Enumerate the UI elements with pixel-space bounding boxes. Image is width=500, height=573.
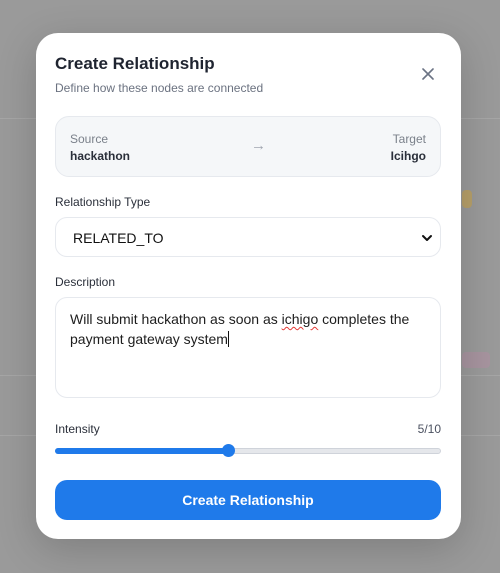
intensity-value: 5/10 <box>417 422 441 436</box>
create-relationship-button[interactable]: Create Relationship <box>55 480 441 520</box>
source-label: Source <box>70 132 109 146</box>
chevron-down-icon <box>422 235 432 241</box>
backdrop-chip <box>462 190 472 208</box>
dialog-subtitle: Define how these nodes are connected <box>55 81 264 95</box>
relationship-type-select[interactable]: RELATED_TO <box>55 217 441 257</box>
dialog-title: Create Relationship <box>55 54 215 73</box>
description-text-part: Will submit hackathon as soon as <box>70 311 282 327</box>
description-textarea[interactable]: Will submit hackathon as soon as ichigo … <box>55 297 441 398</box>
connection-summary: Source hackathon → Target Icihgo <box>55 116 441 177</box>
text-cursor <box>227 331 229 347</box>
description-text: Will submit hackathon as soon as ichigo … <box>70 309 420 349</box>
intensity-slider-thumb[interactable] <box>221 444 235 457</box>
close-icon <box>422 68 434 80</box>
close-button[interactable] <box>417 63 439 85</box>
intensity-slider-fill <box>55 448 229 454</box>
intensity-slider[interactable] <box>55 444 441 457</box>
target-label: Target <box>392 132 426 146</box>
intensity-label: Intensity <box>55 422 100 436</box>
arrow-right-icon: → <box>251 137 266 154</box>
relationship-type-value: RELATED_TO <box>73 230 164 246</box>
source-node-name: hackathon <box>70 149 131 163</box>
misspelled-word: ichigo <box>281 311 319 327</box>
relationship-type-label: Relationship Type <box>55 195 151 209</box>
description-label: Description <box>55 275 116 289</box>
create-relationship-dialog: Create Relationship Define how these nod… <box>36 33 461 539</box>
backdrop-chip <box>462 352 490 368</box>
target-node-name: Icihgo <box>390 149 426 163</box>
